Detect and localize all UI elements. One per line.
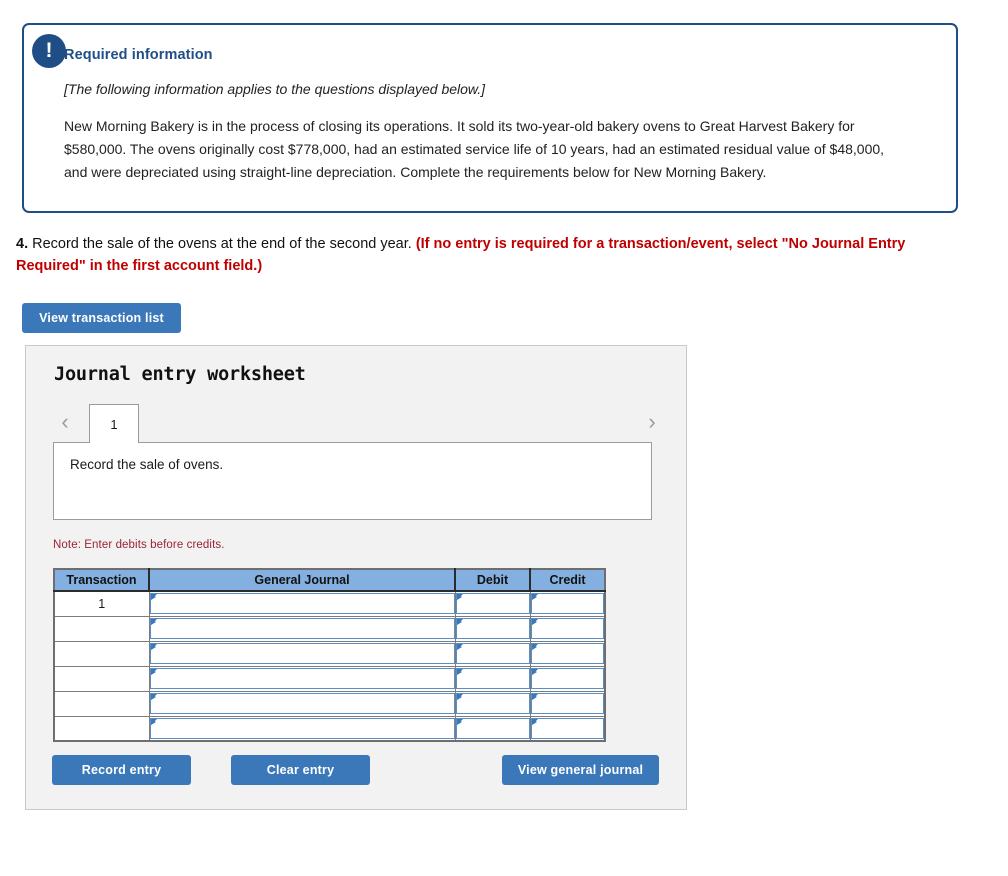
debit-input[interactable] [455,668,530,689]
view-general-journal-button[interactable]: View general journal [502,755,659,785]
table-row [54,690,605,717]
credit-input[interactable] [530,693,604,714]
worksheet-note: Note: Enter debits before credits. [53,539,225,551]
general-journal-input[interactable] [149,593,455,615]
required-information-box: ! Required information [The following in… [22,23,958,213]
worksheet-tab-1[interactable]: 1 [89,404,139,443]
required-information-body: New Morning Bakery is in the process of … [64,118,885,180]
general-journal-input-cell [149,615,456,642]
table-row [54,640,605,667]
clear-entry-button[interactable]: Clear entry [231,755,370,785]
table-row [54,615,605,642]
credit-input-cell [530,615,605,642]
view-transaction-list-button[interactable]: View transaction list [22,303,181,333]
general-journal-input[interactable] [149,717,455,739]
general-journal-input-cell [149,715,456,742]
general-journal-input[interactable] [149,668,455,689]
worksheet-description-text: Record the sale of ovens. [70,457,224,472]
debit-input-cell [455,590,531,617]
credit-input[interactable] [530,593,604,615]
exclamation-icon: ! [32,34,66,68]
record-entry-button[interactable]: Record entry [52,755,191,785]
transaction-cell [54,690,150,717]
general-journal-input[interactable] [149,693,455,714]
credit-input-cell [530,640,605,667]
question-text: 4. Record the sale of the ovens at the e… [16,233,936,278]
debit-input-cell [455,615,531,642]
table-header-row: Transaction General Journal Debit Credit [54,569,605,592]
credit-input[interactable] [530,643,604,664]
column-header-credit: Credit [530,569,605,592]
credit-input-cell [530,665,605,692]
column-header-debit: Debit [455,569,531,592]
question-number: 4. [16,236,29,252]
general-journal-input[interactable] [149,643,455,664]
debit-input-cell [455,715,531,742]
transaction-cell [54,615,150,642]
general-journal-input-cell [149,640,456,667]
table-row [54,665,605,692]
page-root: ! Required information [The following in… [0,0,1008,876]
exclamation-glyph: ! [45,38,53,62]
general-journal-input-cell [149,590,456,617]
journal-entry-table-body: 1 [54,590,605,742]
worksheet-description-panel: Record the sale of ovens. [53,442,652,520]
credit-input-cell [530,590,605,617]
column-header-general-journal: General Journal [149,569,456,592]
table-row [54,715,605,742]
debit-input[interactable] [455,717,530,739]
transaction-cell [54,640,150,667]
journal-entry-table: Transaction General Journal Debit Credit… [53,568,606,742]
required-information-title: Required information [64,47,213,63]
general-journal-input[interactable] [149,618,455,639]
debit-input-cell [455,640,531,667]
credit-input[interactable] [530,717,604,739]
transaction-cell [54,715,150,742]
debit-input[interactable] [455,643,530,664]
general-journal-input-cell [149,665,456,692]
required-information-note: [The following information applies to th… [64,81,486,97]
chevron-left-icon[interactable]: ‹ [54,409,76,435]
journal-entry-worksheet-panel: Journal entry worksheet ‹ 1 › Record the… [25,345,687,810]
general-journal-input-cell [149,690,456,717]
transaction-cell: 1 [54,590,150,617]
required-information-content: Required information [The following info… [24,25,956,183]
question-statement: Record the sale of the ovens at the end … [28,236,416,252]
credit-input[interactable] [530,618,604,639]
credit-input[interactable] [530,668,604,689]
debit-input-cell [455,665,531,692]
transaction-cell [54,665,150,692]
debit-input-cell [455,690,531,717]
credit-input-cell [530,715,605,742]
credit-input-cell [530,690,605,717]
table-row: 1 [54,590,605,617]
worksheet-title: Journal entry worksheet [54,364,306,385]
debit-input[interactable] [455,693,530,714]
chevron-right-icon[interactable]: › [641,409,663,435]
debit-input[interactable] [455,618,530,639]
column-header-transaction: Transaction [54,569,150,592]
debit-input[interactable] [455,593,530,615]
